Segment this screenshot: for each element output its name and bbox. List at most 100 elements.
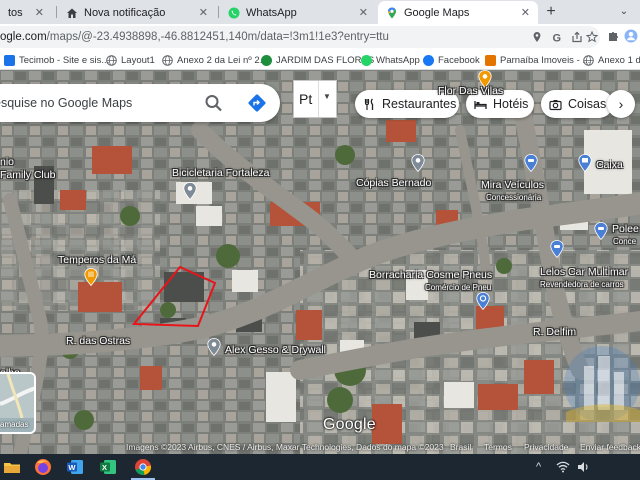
attribution-bar: Imagens ©2023 Airbus, CNES / Airbus, Max… (120, 442, 640, 454)
chips-next-button[interactable]: › (607, 90, 635, 118)
bookmark-tecimob[interactable]: Tecimob - Site e sis... (4, 52, 109, 68)
google-lens-icon[interactable]: G (551, 31, 563, 44)
place-sub-borracharia: Comércio de Pneu (425, 283, 492, 292)
globe-icon (106, 54, 117, 66)
place-label-lelos-car[interactable]: Lelos Car Multimar (540, 266, 628, 278)
place-label-caixa[interactable]: Caixa (596, 159, 623, 171)
directions-icon[interactable] (246, 92, 268, 114)
new-tab-button[interactable]: + (542, 3, 560, 21)
place-pin-caixa[interactable] (578, 154, 592, 172)
place-label-borracharia[interactable]: Borracharia Cosme Pneus (369, 269, 492, 281)
place-label-mira-veiculos[interactable]: Mira Veículos (481, 179, 544, 191)
bookmark-whatsapp[interactable]: WhatsApp (361, 52, 420, 68)
bookmark-parnaiba-imoveis[interactable]: Parnaíba Imoveis - ... (485, 52, 590, 68)
satellite-map[interactable]: Pt ▼ Restaurantes Hotéis Coisas p › Bici… (0, 70, 640, 454)
tab-whatsapp[interactable]: WhatsApp ✕ (220, 1, 376, 24)
place-pin-copias-bernado[interactable] (411, 154, 425, 172)
place-pin-alex-gesso[interactable] (207, 338, 221, 356)
globe-icon (583, 54, 594, 66)
bookmark-anexo-2[interactable]: Anexo 2 da Lei nº 2... (162, 52, 268, 68)
place-label-bicicletaria[interactable]: Bicicletaria Fortaleza (172, 167, 269, 179)
search-icon[interactable] (203, 93, 225, 113)
layers-button[interactable]: amadas (0, 372, 36, 434)
tab-google-maps[interactable]: Google Maps ✕ (378, 1, 538, 24)
place-pin-mira-veiculos[interactable] (524, 154, 538, 172)
place-label-alex-gesso[interactable]: Alex Gesso & Drywall (225, 344, 326, 356)
bookmark-label: WhatsApp (376, 54, 420, 66)
place-pin-lelos-car[interactable] (550, 240, 564, 258)
place-pin-temperos-da-ma[interactable] (84, 268, 98, 286)
close-icon[interactable]: ✕ (199, 6, 208, 19)
tab-nova-notificacao[interactable]: Nova notificação ✕ (58, 1, 216, 24)
chrome-icon[interactable] (133, 457, 153, 477)
globe-icon (162, 54, 173, 66)
bookmark-label: Parnaíba Imoveis - ... (500, 54, 591, 66)
tray-overflow-chevron-icon[interactable]: ^ (536, 461, 541, 473)
volume-icon[interactable] (576, 460, 590, 474)
bookmark-jardim-das-flores[interactable]: JARDIM DAS FLORES (261, 52, 374, 68)
close-icon[interactable]: ✕ (35, 6, 44, 19)
bed-icon (474, 100, 487, 109)
place-pin-borracharia[interactable] (476, 292, 490, 310)
address-bar[interactable]: ogle.com/maps/@-23.4938898,-46.8812451,1… (0, 26, 600, 48)
place-label-flor-das-vilas[interactable]: Flor Das Vilas (438, 85, 503, 97)
bookmark-label: Facebook (438, 54, 480, 66)
extensions-icon[interactable] (606, 29, 620, 43)
bookmarks-bar: Tecimob - Site e sis... Layout1 Anexo 2 … (0, 50, 640, 70)
bookmark-label: JARDIM DAS FLORES (276, 54, 375, 66)
place-label-copias-bernado[interactable]: Cópias Bernado (356, 177, 431, 189)
footer-link-feedback[interactable]: Enviar feedback (580, 442, 640, 452)
tab-search-chevron-icon[interactable]: ⌄ (616, 4, 632, 20)
bookmark-layout1[interactable]: Layout1 (106, 52, 155, 68)
camera-icon (549, 99, 562, 110)
footer-link-termos[interactable]: Termos (484, 442, 512, 452)
wifi-icon[interactable] (556, 460, 570, 474)
url-path: /maps/@-23.4938898,-46.8812451,140m/data… (46, 31, 389, 43)
tab-title: Nova notificação (84, 6, 166, 19)
bookmark-anexo-1[interactable]: Anexo 1 da (583, 52, 640, 68)
close-icon[interactable]: ✕ (359, 6, 368, 19)
chevron-down-icon: ▼ (323, 92, 331, 101)
url-text[interactable]: ogle.com/maps/@-23.4938898,-46.8812451,1… (0, 26, 389, 48)
tab-tos[interactable]: tos ✕ (0, 1, 52, 24)
place-pin-bicicletaria[interactable] (183, 182, 197, 200)
attribution-text: Imagens ©2023 Airbus, CNES / Airbus, Max… (126, 442, 444, 452)
street-label-r-delfim: R. Delfim (533, 326, 577, 338)
excel-icon[interactable]: X (98, 457, 118, 477)
place-label-polee[interactable]: Polee (612, 223, 639, 235)
tab-strip: tos ✕ Nova notificação ✕ WhatsApp ✕ Goog… (0, 0, 640, 24)
location-icon[interactable] (531, 31, 543, 43)
tecimob-icon (4, 54, 15, 66)
profile-icon[interactable] (624, 29, 638, 43)
windows-taskbar: W X ^ (0, 454, 640, 480)
place-label-nio[interactable]: nio (0, 156, 14, 168)
close-icon[interactable]: ✕ (521, 6, 530, 19)
footer-link-privacidade[interactable]: Privacidade (524, 442, 568, 452)
bookmark-label: Layout1 (121, 54, 155, 66)
gov-icon (261, 54, 272, 66)
place-pin-polee[interactable] (594, 222, 608, 240)
bookmark-star-icon[interactable] (586, 31, 598, 43)
language-value: Pt (299, 91, 313, 107)
bookmark-facebook[interactable]: Facebook (423, 52, 480, 68)
chip-label: Restaurantes (382, 97, 457, 111)
language-divider (318, 81, 319, 117)
street-label-r-das-ostras: R. das Ostras (66, 335, 131, 347)
firefox-icon[interactable] (33, 457, 53, 477)
language-select[interactable]: Pt ▼ (293, 80, 337, 118)
fork-knife-icon (364, 97, 374, 110)
svg-text:X: X (102, 463, 107, 472)
word-icon[interactable]: W (65, 457, 85, 477)
place-sub-mira-veiculos: Concessionária (486, 193, 542, 202)
chip-coisas-para-fazer[interactable]: Coisas p (541, 90, 613, 118)
place-sub-lelos-car: Revendedora de carros (540, 280, 624, 289)
home-icon (67, 8, 77, 18)
footer-link-brasil[interactable]: Brasil (450, 442, 471, 452)
layers-thumbnail-icon (0, 374, 34, 419)
maps-search-input[interactable] (0, 84, 190, 122)
file-explorer-icon[interactable] (2, 457, 22, 477)
place-label-family-club[interactable]: Family Club (0, 169, 55, 181)
chip-label: Hotéis (493, 97, 529, 111)
share-icon[interactable] (571, 31, 583, 43)
place-label-temperos-da-ma[interactable]: Temperos da Má (58, 254, 136, 266)
